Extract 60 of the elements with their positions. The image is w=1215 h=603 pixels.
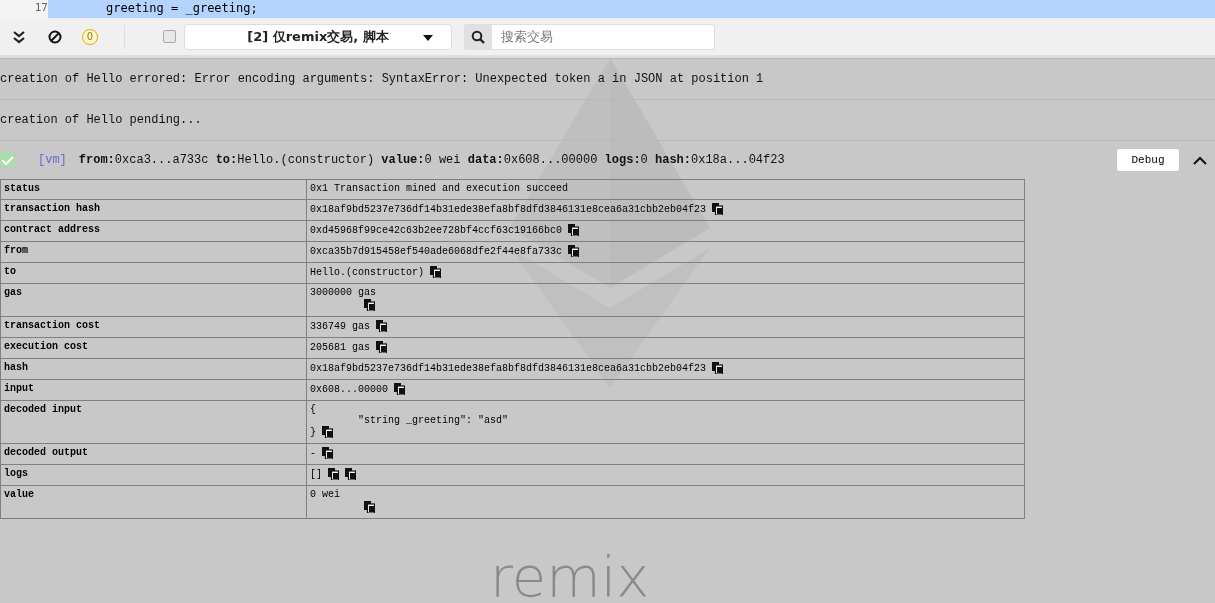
collapse-icon[interactable] [12, 29, 26, 44]
detail-value: } [310, 426, 316, 438]
detail-key: logs [0, 464, 307, 486]
detail-value: "string _greeting": "asd" [357, 415, 509, 426]
transaction-summary: from:0xca3...a733c to:Hello.(constructor) value:0 wei data:0x608...00000 logs:0 hash:0x18a...04f23 [78, 153, 785, 167]
search-button[interactable] [464, 23, 492, 50]
detail-value: 3000000 gas [310, 287, 376, 298]
detail-key: from [0, 241, 307, 263]
collapse-icon[interactable] [1193, 155, 1207, 165]
line-number: 17 [33, 0, 48, 16]
copy-icon[interactable] [712, 203, 724, 215]
caret-icon [423, 34, 433, 41]
copy-icon[interactable] [376, 341, 387, 353]
pending-count-badge: 0 [82, 28, 98, 45]
listen-checkbox[interactable] [163, 30, 176, 43]
detail-key: transaction hash [0, 199, 307, 221]
detail-value: 0x18af9bd5237e736df14b31ede38efa8bf8dfd3846131e8cea6a31cbb2eb04f23 [310, 203, 707, 215]
detail-key: gas [0, 283, 307, 317]
detail-value: Hello.(constructor) [310, 266, 425, 278]
copy-icon[interactable] [328, 468, 339, 480]
detail-key: status [0, 179, 307, 200]
detail-value: 205681 gas [310, 341, 370, 353]
detail-key: input [0, 379, 307, 401]
detail-key: to [0, 262, 307, 284]
detail-key: decoded input [0, 400, 307, 444]
copy-icon[interactable] [712, 362, 724, 374]
detail-key: contract address [0, 220, 307, 242]
copy-icon[interactable] [394, 383, 405, 395]
copy-icon[interactable] [568, 245, 580, 257]
detail-value: 0x18af9bd5237e736df14b31ede38efa8bf8dfd3846131e8cea6a31cbb2eb04f23 [310, 362, 707, 374]
detail-value: 0xca35b7d915458ef540ade6068dfe2f44e8fa733c [310, 245, 563, 257]
copy-icon[interactable] [568, 224, 580, 236]
clear-icon[interactable] [48, 29, 62, 44]
detail-value: 0xd45968f99ce42c63b2ee728bf4ccf63c19166bc0 [310, 224, 563, 236]
detail-value: - [310, 447, 316, 459]
detail-key: decoded output [0, 443, 307, 465]
copy-icon[interactable] [345, 468, 356, 480]
detail-value: [] [310, 468, 322, 480]
copy-icon[interactable] [322, 426, 333, 438]
copy-icon[interactable] [376, 320, 387, 332]
copy-icon[interactable] [364, 501, 375, 513]
copy-icon[interactable] [364, 299, 375, 311]
detail-key: transaction cost [0, 316, 307, 338]
detail-value: 0 wei [310, 489, 340, 500]
search-field[interactable]: 搜索交易 [492, 23, 715, 50]
filter-dropdown[interactable]: [2] 仅remix交易, 脚本 [184, 23, 452, 50]
detail-value: 336749 gas [310, 320, 370, 332]
search-icon [471, 29, 485, 44]
debug-button[interactable]: Debug [1117, 149, 1179, 171]
detail-key: value [0, 485, 307, 519]
detail-value: 0x1 Transaction mined and execution succeed [310, 183, 569, 194]
log-message: creation of Hello errored: Error encoding arguments: SyntaxError: Unexpected token a in JSON at position 1 [0, 72, 764, 86]
detail-value: { [310, 404, 316, 415]
copy-icon[interactable] [322, 447, 333, 459]
detail-value: 0x608...00000 [310, 383, 388, 395]
detail-key: hash [0, 358, 307, 380]
log-message: creation of Hello pending... [0, 113, 202, 127]
copy-icon[interactable] [430, 266, 442, 278]
environment-label: [vm] [38, 153, 67, 167]
detail-key: execution cost [0, 337, 307, 359]
